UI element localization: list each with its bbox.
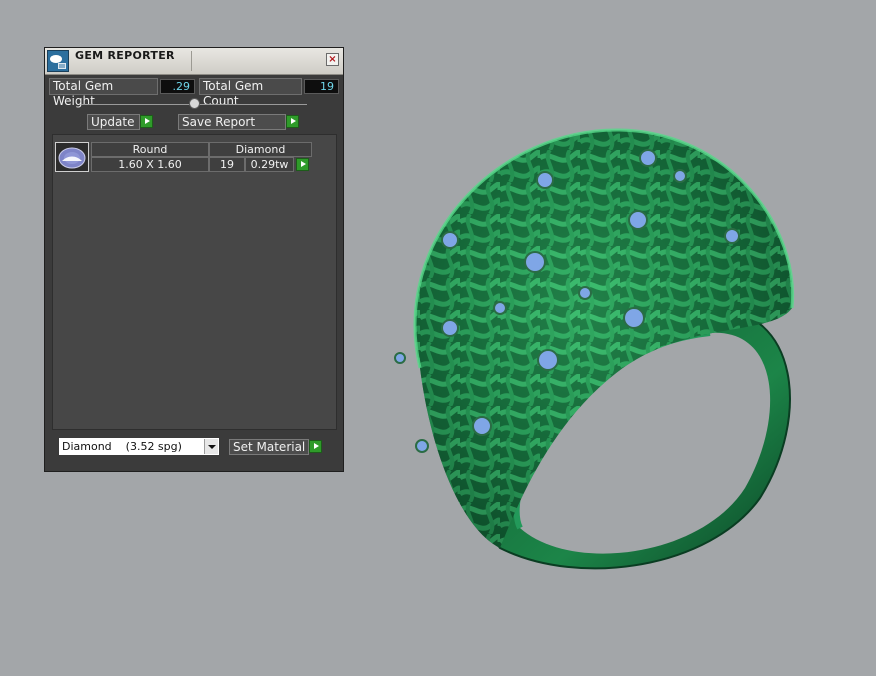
gem-shape-header: Round xyxy=(91,142,209,157)
title-divider xyxy=(191,51,192,71)
save-report-button[interactable]: Save Report xyxy=(178,114,286,130)
gem-row-arrow-icon[interactable] xyxy=(296,158,309,171)
update-button-label: Update xyxy=(91,115,135,129)
gem-weight-cell: 0.29tw xyxy=(245,157,294,172)
total-weight-label: Total Gem Weight xyxy=(49,78,158,108)
close-icon: × xyxy=(328,54,337,65)
set-material-button[interactable]: Set Material xyxy=(229,439,309,455)
save-report-label: Save Report xyxy=(182,115,256,129)
chevron-down-icon[interactable] xyxy=(204,439,218,454)
save-report-arrow-icon[interactable] xyxy=(286,115,299,128)
total-count-value: 19 xyxy=(304,79,339,94)
total-count-label: Total Gem Count xyxy=(199,78,302,108)
window-title: GEM REPORTER xyxy=(75,49,175,62)
total-weight-value: .29 xyxy=(160,79,195,94)
title-bar[interactable]: GEM REPORTER × xyxy=(45,48,343,75)
gem-list: Round Diamond 1.60 X 1.60 19 0.29tw xyxy=(52,134,337,430)
update-button[interactable]: Update xyxy=(87,114,140,130)
slider-handle[interactable] xyxy=(189,98,200,109)
gem-reporter-icon xyxy=(47,50,69,72)
gem-material-header: Diamond xyxy=(209,142,312,157)
material-select-value: Diamond (3.52 spg) xyxy=(62,440,182,453)
round-gem-icon[interactable] xyxy=(55,142,89,172)
material-select[interactable]: Diamond (3.52 spg) xyxy=(58,437,220,456)
close-button[interactable]: × xyxy=(326,53,339,66)
set-material-label: Set Material xyxy=(233,440,306,454)
gem-count-cell: 19 xyxy=(209,157,245,172)
ring-model[interactable] xyxy=(380,118,800,588)
set-material-arrow-icon[interactable] xyxy=(309,440,322,453)
gem-reporter-panel: GEM REPORTER × Total Gem Weight .29 Tota… xyxy=(44,47,344,472)
gem-size-cell: 1.60 X 1.60 xyxy=(91,157,209,172)
update-arrow-icon[interactable] xyxy=(140,115,153,128)
